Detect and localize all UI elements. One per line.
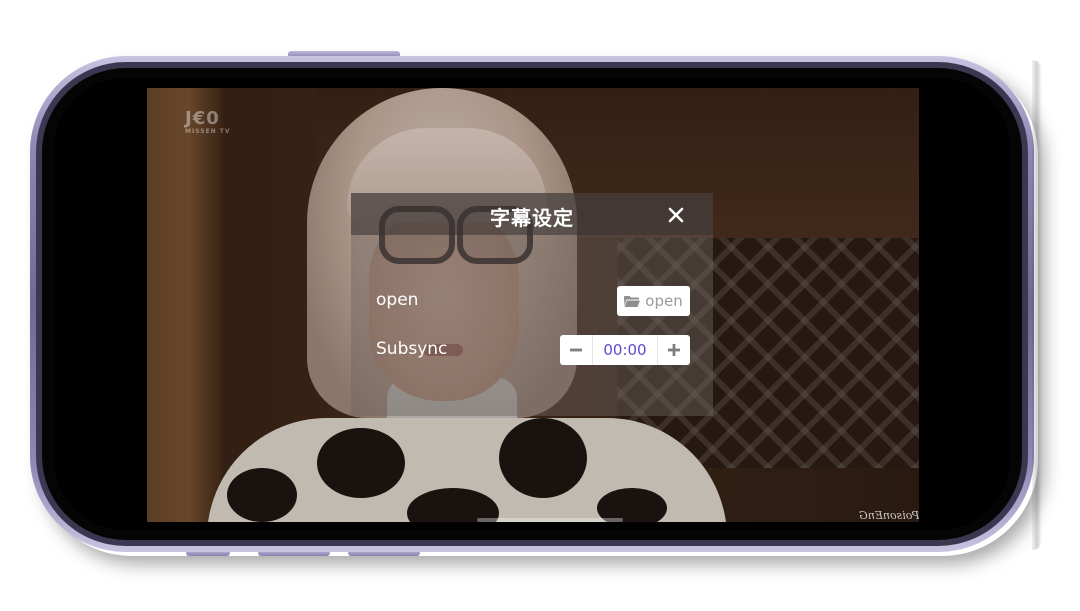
minus-icon bbox=[570, 348, 582, 352]
folder-icon bbox=[624, 295, 641, 307]
video-watermark: PoisonEnG bbox=[858, 509, 919, 522]
channel-logo: J€0 MISSEN TV bbox=[185, 110, 231, 136]
phone-edge-gloss bbox=[1032, 60, 1042, 550]
channel-logo-text: J€0 bbox=[185, 108, 220, 129]
subsync-decrement-button[interactable] bbox=[560, 335, 592, 365]
subsync-increment-button[interactable] bbox=[658, 335, 690, 365]
subsync-value-input[interactable]: 00:00 bbox=[592, 335, 658, 365]
open-button-label: open bbox=[645, 292, 683, 310]
close-icon bbox=[668, 207, 684, 223]
subtitle-settings-dialog: 字幕设定 open open Subsync 00:00 bbox=[351, 193, 713, 416]
plus-icon bbox=[668, 344, 680, 356]
open-subtitle-button[interactable]: open bbox=[617, 286, 690, 316]
dialog-title: 字幕设定 bbox=[490, 206, 574, 230]
subsync-stepper: 00:00 bbox=[560, 335, 690, 365]
dialog-header: 字幕设定 bbox=[351, 193, 713, 235]
open-row-label: open bbox=[376, 290, 419, 310]
channel-logo-subtext: MISSEN TV bbox=[185, 128, 231, 135]
screenshot-stage: J€0 MISSEN TV PoisonEnG 字幕设定 open open S… bbox=[0, 0, 1080, 611]
subsync-row-label: Subsync bbox=[376, 339, 448, 359]
close-button[interactable] bbox=[664, 203, 688, 227]
home-indicator[interactable] bbox=[477, 518, 623, 522]
